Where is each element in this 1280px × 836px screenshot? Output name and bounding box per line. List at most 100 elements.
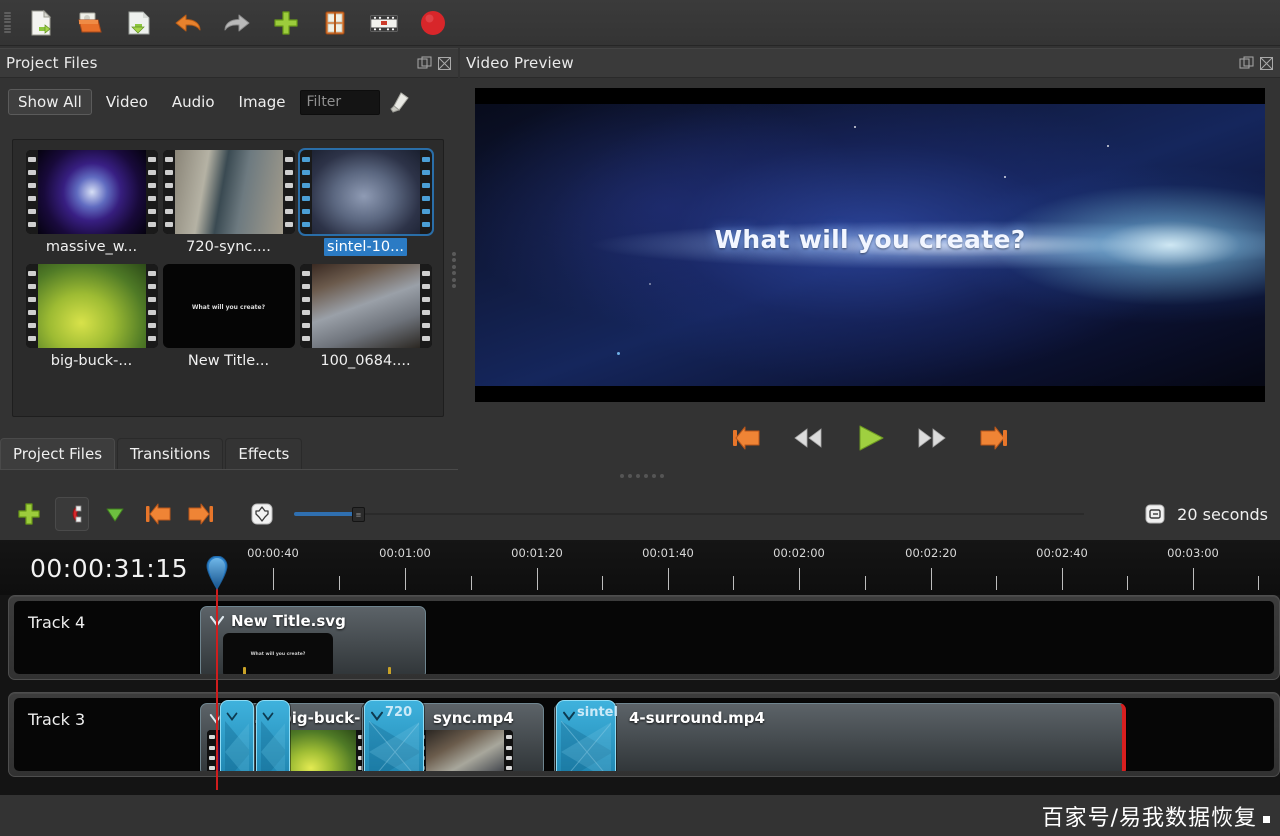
filter-image-button[interactable]: Image <box>229 89 296 115</box>
file-item[interactable]: 100_0684.... <box>297 264 434 378</box>
file-filter-bar: Show All Video Audio Image <box>0 79 458 123</box>
file-thumbnail <box>25 264 158 348</box>
track-4-lane[interactable]: Track 4 New Title.svg What will you crea… <box>14 601 1274 674</box>
timeline-zoom-slider[interactable]: ≡ <box>294 507 1084 522</box>
clip-name: big-buck- <box>281 709 361 727</box>
clip-name: 4-surround.mp4 <box>629 709 765 727</box>
timeline-track-3[interactable]: Track 3 m... <box>8 692 1280 777</box>
clear-filter-icon[interactable] <box>384 89 414 115</box>
playback-controls <box>460 415 1280 461</box>
file-name: 100_0684.... <box>320 353 411 369</box>
track-3-lane[interactable]: Track 3 m... <box>14 698 1274 771</box>
file-name: massive_w... <box>45 239 138 255</box>
timeline-area[interactable]: 00:00:40 00:01:00 00:01:20 00:01:40 00:0… <box>0 540 1280 836</box>
panel-tab-bar: Project Files Transitions Effects <box>0 436 458 470</box>
timeline-transition[interactable]: sintel <box>556 700 618 771</box>
project-files-panel-header: Project Files <box>0 48 458 78</box>
previous-marker-button[interactable] <box>141 497 175 531</box>
file-thumbnail <box>297 148 434 236</box>
ruler-label: 00:02:40 <box>1036 546 1088 560</box>
file-item-selected[interactable]: sintel-10... <box>297 148 434 264</box>
zoom-slider-track <box>294 513 1084 515</box>
toolbar-grip[interactable] <box>4 10 12 36</box>
timeline-clip-selected[interactable]: 4-surround.mp4 <box>554 703 1126 771</box>
letterbox-top <box>475 88 1265 104</box>
open-project-button[interactable] <box>70 4 110 42</box>
float-icon[interactable] <box>417 56 432 71</box>
undo-button[interactable] <box>168 4 208 42</box>
import-files-button[interactable] <box>266 4 306 42</box>
file-item[interactable]: massive_w... <box>23 150 160 264</box>
transition-name: 720 <box>385 705 413 720</box>
add-track-button[interactable] <box>12 497 46 531</box>
timeline-track-4[interactable]: Track 4 New Title.svg What will you crea… <box>8 595 1280 680</box>
file-item[interactable]: big-buck-... <box>23 264 160 378</box>
jump-to-start-button[interactable] <box>726 421 766 455</box>
save-project-button[interactable] <box>119 4 159 42</box>
clip-thumbnail: What will you create? <box>223 633 333 674</box>
timeline-transition[interactable] <box>256 700 290 771</box>
project-files-list[interactable]: massive_w... 720-sync.... sintel-10... b… <box>12 139 444 417</box>
clip-thumbnail-text: What will you create? <box>250 652 306 657</box>
video-preview-canvas[interactable]: What will you create? <box>475 88 1265 402</box>
next-marker-button[interactable] <box>184 497 218 531</box>
preview-frame-text: What will you create? <box>714 225 1026 254</box>
fullscreen-button[interactable] <box>364 4 404 42</box>
file-name: New Title... <box>187 353 270 369</box>
letterbox-bottom <box>475 386 1265 402</box>
clip-thumbnail <box>417 730 513 771</box>
ruler-label: 00:01:00 <box>379 546 431 560</box>
clip-start-handle[interactable] <box>243 667 246 674</box>
tab-transitions[interactable]: Transitions <box>117 438 224 470</box>
timeline-splitter-horizontal[interactable] <box>620 472 664 480</box>
rewind-button[interactable] <box>788 421 828 455</box>
zoom-slider-handle[interactable]: ≡ <box>352 507 365 522</box>
openshot-window: Project Files Show All Video Audio Image <box>0 0 1280 836</box>
zoom-level-label: 20 seconds <box>1177 504 1268 524</box>
ruler-label: 00:01:40 <box>642 546 694 560</box>
timeline-ruler[interactable]: 00:00:40 00:01:00 00:01:20 00:01:40 00:0… <box>0 540 1280 595</box>
snapping-toggle-button[interactable] <box>55 497 89 531</box>
video-preview-panel-header: Video Preview <box>460 48 1280 78</box>
main-toolbar <box>0 0 1280 46</box>
file-thumbnail: What will you create? <box>162 264 295 348</box>
file-thumbnail <box>162 150 295 234</box>
float-icon[interactable] <box>1239 56 1254 71</box>
tab-effects[interactable]: Effects <box>225 438 303 470</box>
file-item[interactable]: 720-sync.... <box>160 150 297 264</box>
track-4-label: Track 4 <box>28 613 86 632</box>
timeline-clip[interactable]: New Title.svg What will you create? <box>200 606 426 674</box>
ruler-label: 00:02:00 <box>773 546 825 560</box>
panel-splitter-vertical[interactable] <box>450 250 458 290</box>
choose-profile-button[interactable] <box>315 4 355 42</box>
zoom-level-icon[interactable] <box>1142 501 1168 527</box>
file-grid: massive_w... 720-sync.... sintel-10... b… <box>23 148 443 378</box>
new-project-button[interactable] <box>21 4 61 42</box>
transition-graphic <box>225 721 249 771</box>
filter-audio-button[interactable]: Audio <box>162 89 225 115</box>
file-search-input[interactable] <box>299 89 380 115</box>
close-icon[interactable] <box>437 56 452 71</box>
transition-graphic <box>561 721 611 771</box>
export-video-button[interactable] <box>413 4 453 42</box>
redo-button[interactable] <box>217 4 257 42</box>
playhead-handle[interactable] <box>206 555 228 590</box>
transition-graphic <box>369 721 419 771</box>
center-playhead-button[interactable] <box>245 497 279 531</box>
timeline-transition[interactable] <box>220 700 254 771</box>
fast-forward-button[interactable] <box>912 421 952 455</box>
watermark-dot-icon <box>1263 815 1270 823</box>
play-button[interactable] <box>850 421 890 455</box>
transition-graphic <box>261 721 285 771</box>
timeline-transition[interactable]: 720 <box>364 700 424 771</box>
filter-video-button[interactable]: Video <box>96 89 158 115</box>
close-icon[interactable] <box>1259 56 1274 71</box>
file-item[interactable]: What will you create? New Title... <box>160 264 297 378</box>
ruler-label: 00:01:20 <box>511 546 563 560</box>
tab-project-files[interactable]: Project Files <box>0 438 116 470</box>
razor-tool-button[interactable] <box>98 497 132 531</box>
jump-to-end-button[interactable] <box>974 421 1014 455</box>
file-name: big-buck-... <box>50 353 133 369</box>
filter-show-all-button[interactable]: Show All <box>8 89 92 115</box>
clip-end-handle[interactable] <box>388 667 391 674</box>
